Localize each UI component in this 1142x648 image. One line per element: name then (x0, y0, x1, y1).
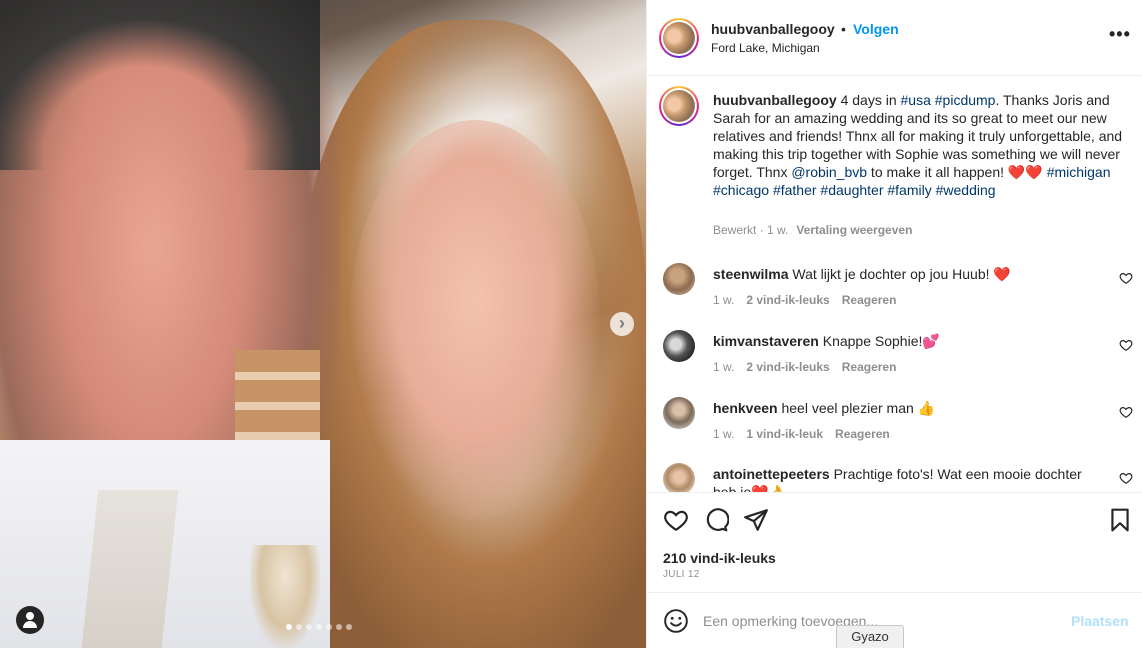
author-username[interactable]: huubvanballegooy (711, 21, 835, 37)
carousel-dot (346, 624, 352, 630)
save-bookmark-icon[interactable] (1107, 507, 1133, 533)
comment-text: Knappe Sophie!💕 (822, 333, 940, 349)
post-caption: huubvanballegooy 4 days in #usa #picdump… (713, 92, 1123, 198)
mention-robin-bvb[interactable]: @robin_bvb (791, 164, 867, 180)
user-tags-icon[interactable] (16, 606, 44, 634)
post-date: JULI 12 (663, 569, 700, 580)
carousel-dot (316, 624, 322, 630)
commenter-username[interactable]: kimvanstaveren (713, 333, 819, 349)
comment-text: Wat lijkt je dochter op jou Huub! ❤️ (792, 266, 1011, 282)
carousel-dot (326, 624, 332, 630)
comment-heart-icon[interactable] (1119, 338, 1133, 352)
caption-author-avatar[interactable] (659, 86, 699, 126)
comment-time: 1 w. (713, 427, 735, 441)
hashtag-chicago[interactable]: #chicago (713, 182, 769, 198)
translate-link[interactable]: Vertaling weergeven (796, 223, 912, 237)
hashtag-family[interactable]: #family (887, 182, 931, 198)
hashtag-daughter[interactable]: #daughter (820, 182, 883, 198)
carousel-dot (336, 624, 342, 630)
like-count[interactable]: 210 vind-ik-leuks (663, 550, 776, 566)
comment-heart-icon[interactable] (1119, 471, 1133, 485)
separator-dot: • (841, 21, 846, 37)
comment-bubble-icon[interactable] (703, 507, 729, 533)
carousel-dot (306, 624, 312, 630)
commenter-username[interactable]: antoinettepeeters (713, 466, 830, 482)
gyazo-tab[interactable]: Gyazo (836, 625, 904, 648)
comment-text: Prachtige foto's! Wat een mooie dochter (833, 466, 1082, 482)
comment-text-continued: heb je❤️👌 (713, 484, 787, 492)
hashtag-wedding[interactable]: #wedding (936, 182, 996, 198)
comment-heart-icon[interactable] (1119, 405, 1133, 419)
comment-likes[interactable]: 2 vind-ik-leuks (746, 293, 829, 307)
carousel-dot (286, 624, 292, 630)
comment-text: heel veel plezier man 👍 (781, 400, 936, 416)
commenter-avatar[interactable] (663, 397, 695, 429)
comment-likes[interactable]: 1 vind-ik-leuk (746, 427, 823, 441)
reply-button[interactable]: Reageren (842, 293, 897, 307)
reply-button[interactable]: Reageren (835, 427, 890, 441)
comment-item: antoinettepeeters Prachtige foto's! Wat … (647, 463, 1142, 492)
post-header: huubvanballegooy • Volgen Ford Lake, Mic… (647, 0, 1142, 76)
comment-time: 1 w. (713, 293, 735, 307)
hashtag-michigan[interactable]: #michigan (1047, 164, 1111, 180)
like-heart-icon[interactable] (663, 507, 689, 533)
comment-likes[interactable]: 2 vind-ik-leuks (746, 360, 829, 374)
comment-item: steenwilma Wat lijkt je dochter op jou H… (647, 263, 1142, 329)
commenter-avatar[interactable] (663, 463, 695, 492)
hashtag-picdump[interactable]: #picdump (935, 92, 996, 108)
author-avatar[interactable] (659, 18, 699, 58)
post-comment-button[interactable]: Plaatsen (1071, 613, 1129, 629)
commenter-username[interactable]: steenwilma (713, 266, 788, 282)
caption-meta: Bewerkt · 1 w. Vertaling weergeven (713, 223, 912, 237)
comment-item: kimvanstaveren Knappe Sophie!💕 1 w. 2 vin… (647, 330, 1142, 396)
caption-username[interactable]: huubvanballegooy (713, 92, 837, 108)
comment-heart-icon[interactable] (1119, 271, 1133, 285)
reply-button[interactable]: Reageren (842, 360, 897, 374)
comment-time: 1 w. (713, 360, 735, 374)
post-photo[interactable]: › (0, 0, 646, 648)
hashtag-usa[interactable]: #usa (901, 92, 931, 108)
post-location[interactable]: Ford Lake, Michigan (711, 41, 820, 55)
hearts-emoji: ❤️❤️ (1007, 164, 1043, 180)
commenter-avatar[interactable] (663, 263, 695, 295)
comment-item: henkveen heel veel plezier man 👍 1 w. 1 v… (647, 397, 1142, 463)
more-options-icon[interactable]: ••• (1109, 24, 1131, 45)
follow-button[interactable]: Volgen (853, 21, 899, 37)
commenter-username[interactable]: henkveen (713, 400, 778, 416)
commenter-avatar[interactable] (663, 330, 695, 362)
caption-edited-time: Bewerkt · 1 w. (713, 223, 789, 237)
carousel-next-button[interactable]: › (610, 312, 634, 336)
hashtag-father[interactable]: #father (773, 182, 817, 198)
share-send-icon[interactable] (743, 507, 769, 533)
post-actions: 210 vind-ik-leuks JULI 12 (647, 492, 1142, 592)
post-side-panel: huubvanballegooy • Volgen Ford Lake, Mic… (646, 0, 1142, 648)
carousel-indicator (286, 624, 352, 630)
carousel-dot (296, 624, 302, 630)
emoji-icon[interactable] (663, 608, 689, 634)
